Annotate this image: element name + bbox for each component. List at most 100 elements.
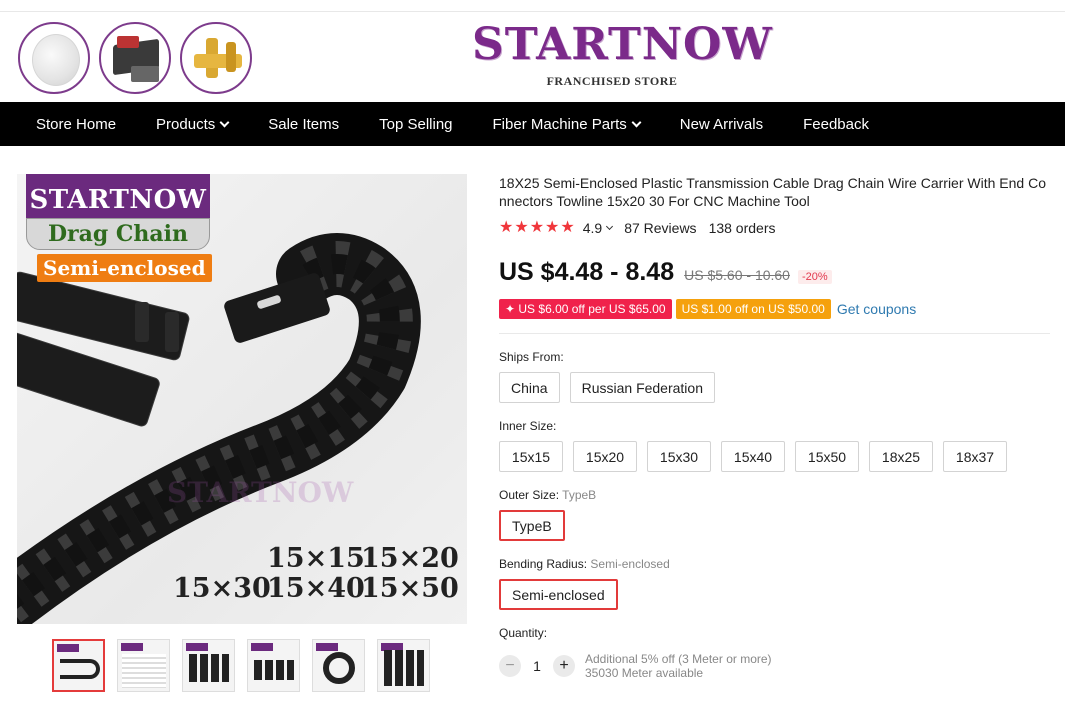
quantity-label: Quantity:: [499, 626, 1051, 640]
size-label: 15×40: [267, 573, 365, 604]
get-coupons-link[interactable]: Get coupons: [837, 301, 916, 317]
inner-size-options: 15x15 15x20 15x30 15x40 15x50 18x25 18x3…: [499, 441, 1051, 472]
nav-sale-items[interactable]: Sale Items: [268, 116, 339, 133]
nav-label: Fiber Machine Parts: [492, 115, 627, 133]
bulk-discount-note: Additional 5% off (3 Meter or more): [585, 652, 772, 666]
outer-size-selected-text: TypeB: [562, 488, 597, 502]
star-icon: ★: [545, 219, 560, 236]
star-rating: ★ ★ ★ ★ ★: [499, 220, 575, 236]
outer-size-label: Outer Size: TypeB: [499, 488, 1051, 502]
laser-source-thumb[interactable]: [99, 22, 171, 94]
image-watermark: STARTNOW: [167, 476, 354, 509]
outer-size-typeb[interactable]: TypeB: [499, 510, 565, 541]
thumbnail-4[interactable]: [247, 639, 300, 692]
image-brand-box: STARTNOW: [26, 174, 210, 224]
nav-label: New Arrivals: [679, 115, 764, 133]
discount-badge: -20%: [797, 270, 832, 284]
size-label: 15×15: [267, 543, 365, 574]
nav-label: Store Home: [36, 115, 117, 133]
size-label: 15×30: [173, 573, 271, 604]
thumbnail-3[interactable]: [182, 639, 235, 692]
rating-score[interactable]: 4.9: [582, 220, 614, 236]
ships-from-russia[interactable]: Russian Federation: [569, 372, 715, 403]
size-label: 15×20: [361, 543, 459, 574]
chevron-down-icon: [606, 222, 614, 231]
lens-thumb[interactable]: [18, 22, 90, 94]
brand-subtitle: FRANCHISED STORE: [546, 74, 678, 88]
store-logo[interactable]: STARTNOW FRANCHISED STORE: [472, 19, 773, 89]
option-label: Ships From:: [499, 350, 564, 364]
image-thumbnail-strip: [52, 639, 430, 692]
thumbnail-5[interactable]: [312, 639, 365, 692]
ships-from-options: China Russian Federation: [499, 372, 1051, 403]
inner-size-18x37[interactable]: 18x37: [943, 441, 1007, 472]
nav-label: Products: [156, 115, 216, 133]
stock-available: 35030 Meter available: [585, 666, 704, 680]
product-main-image[interactable]: STARTNOW Drag Chain Semi-enclosed STARTN…: [17, 174, 467, 624]
bending-radius-options: Semi-enclosed: [499, 579, 1051, 610]
current-price: US $4.48 - 8.48: [499, 258, 675, 286]
star-icon: ★: [499, 219, 514, 236]
inner-size-15x30[interactable]: 15x30: [647, 441, 711, 472]
nav-label: Feedback: [803, 115, 869, 133]
orders-count: 138 orders: [708, 220, 776, 236]
product-title: 18X25 Semi-Enclosed Plastic Transmission…: [499, 175, 1046, 209]
product-info: 18X25 Semi-Enclosed Plastic Transmission…: [499, 174, 1051, 680]
thumbnail-6[interactable]: [377, 639, 430, 692]
divider: [499, 333, 1050, 334]
bending-radius-selected-text: Semi-enclosed: [590, 557, 670, 571]
top-strip: [0, 0, 1065, 12]
inner-size-15x50[interactable]: 15x50: [795, 441, 859, 472]
image-size-labels: 15×1515×20 15×3015×4015×50: [173, 543, 459, 604]
header-thumbnails: [18, 22, 252, 94]
thumbnail-2[interactable]: [117, 639, 170, 692]
inner-size-label: Inner Size:: [499, 419, 1051, 433]
nav-label: Sale Items: [268, 115, 340, 133]
rating-value: 4.9: [582, 220, 603, 236]
quantity-plus-button[interactable]: +: [553, 655, 575, 677]
brass-holder-thumb[interactable]: [180, 22, 252, 94]
option-label: Inner Size:: [499, 419, 557, 433]
outer-size-options: TypeB: [499, 510, 1051, 541]
price-row: US $4.48 - 8.48 US $5.60 - 10.60 -20%: [499, 258, 1051, 287]
coupon-store[interactable]: ✦ US $6.00 off per US $65.00: [499, 299, 672, 319]
size-label: 15×50: [361, 573, 459, 604]
rating-row: ★ ★ ★ ★ ★ 4.9 87 Reviews 138 orders: [499, 220, 1051, 237]
image-semi-enclosed-tag: Semi-enclosed: [37, 254, 212, 282]
image-drag-chain-label: Drag Chain: [26, 218, 210, 250]
nav-label: Top Selling: [379, 115, 453, 133]
nav-feedback[interactable]: Feedback: [803, 116, 869, 133]
reviews-link[interactable]: 87 Reviews: [624, 220, 696, 236]
quantity-stepper: − 1 + Additional 5% off (3 Meter or more…: [499, 652, 1051, 680]
thumbnail-1[interactable]: [52, 639, 105, 692]
inner-size-15x40[interactable]: 15x40: [721, 441, 785, 472]
quantity-minus-button[interactable]: −: [499, 655, 521, 677]
option-label: Quantity:: [499, 626, 548, 640]
inner-size-15x20[interactable]: 15x20: [573, 441, 637, 472]
inner-size-18x25[interactable]: 18x25: [869, 441, 933, 472]
quantity-value[interactable]: 1: [521, 658, 553, 674]
ships-from-china[interactable]: China: [499, 372, 560, 403]
nav-store-home[interactable]: Store Home: [36, 116, 116, 133]
ships-from-label: Ships From:: [499, 350, 1051, 364]
option-label: Bending Radius:: [499, 557, 588, 571]
coupon-select[interactable]: US $1.00 off on US $50.00: [675, 299, 831, 319]
store-nav: Store Home Products Sale Items Top Selli…: [0, 102, 1065, 146]
inner-size-15x15[interactable]: 15x15: [499, 441, 563, 472]
chevron-down-icon: [219, 117, 230, 128]
quantity-note: Additional 5% off (3 Meter or more) 3503…: [585, 652, 772, 680]
nav-new-arrivals[interactable]: New Arrivals: [680, 116, 763, 133]
bending-radius-semi-enclosed[interactable]: Semi-enclosed: [499, 579, 618, 610]
star-icon: ★: [560, 219, 575, 236]
star-icon: ★: [529, 219, 545, 236]
star-icon: ★: [514, 219, 529, 236]
brand-name: STARTNOW: [472, 19, 773, 70]
option-label: Outer Size:: [499, 488, 560, 502]
chevron-down-icon: [631, 117, 642, 128]
nav-top-selling[interactable]: Top Selling: [379, 116, 452, 133]
nav-fiber-machine-parts[interactable]: Fiber Machine Parts: [492, 115, 642, 133]
coupon-row: ✦ US $6.00 off per US $65.00 US $1.00 of…: [499, 299, 1051, 319]
original-price: US $5.60 - 10.60: [684, 267, 790, 283]
nav-products[interactable]: Products: [156, 115, 230, 133]
bending-radius-label: Bending Radius: Semi-enclosed: [499, 557, 1051, 571]
